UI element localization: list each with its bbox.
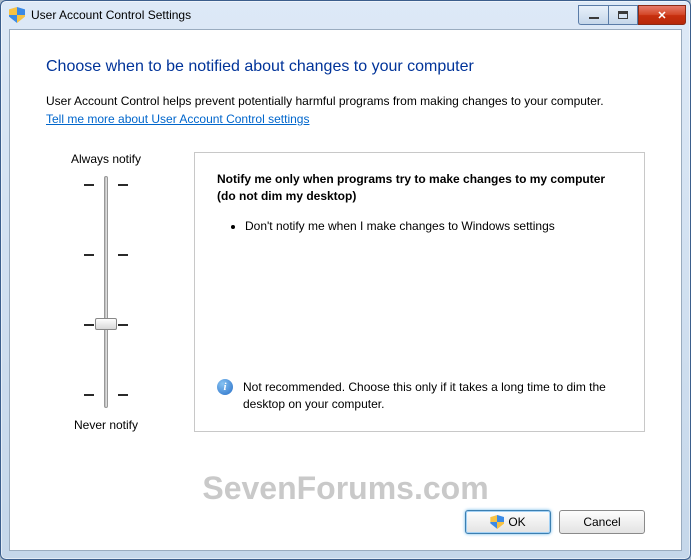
help-link[interactable]: Tell me more about User Account Control … [46, 112, 309, 126]
minimize-icon [589, 17, 599, 19]
notification-slider[interactable] [84, 176, 128, 408]
window: User Account Control Settings ✕ Choose w… [0, 0, 691, 560]
cancel-button[interactable]: Cancel [559, 510, 645, 534]
maximize-button[interactable] [608, 5, 638, 25]
slider-thumb[interactable] [95, 318, 117, 330]
window-buttons: ✕ [578, 5, 686, 25]
intro-paragraph: User Account Control helps prevent poten… [46, 92, 645, 128]
slider-track-line [104, 176, 108, 408]
slider-column: Always notify Never notify [46, 152, 166, 432]
description-list: Don't notify me when I make changes to W… [217, 217, 622, 235]
uac-shield-icon [490, 515, 504, 529]
description-panel: Notify me only when programs try to make… [194, 152, 645, 432]
close-button[interactable]: ✕ [638, 5, 686, 25]
minimize-button[interactable] [578, 5, 608, 25]
close-icon: ✕ [657, 9, 666, 22]
slider-tick [84, 394, 128, 396]
cancel-button-label: Cancel [583, 515, 620, 529]
ok-button-label: OK [508, 515, 525, 529]
content-area: Choose when to be notified about changes… [9, 29, 682, 551]
description-bullet: Don't notify me when I make changes to W… [245, 217, 622, 235]
window-title: User Account Control Settings [31, 8, 578, 22]
page-title: Choose when to be notified about changes… [46, 58, 645, 76]
button-row: OK Cancel [46, 470, 645, 534]
description-footer: i Not recommended. Choose this only if i… [217, 367, 622, 413]
slider-top-label: Always notify [71, 152, 141, 166]
maximize-icon [618, 11, 628, 19]
body-row: Always notify Never notify Notify me onl… [46, 152, 645, 432]
slider-tick [84, 184, 128, 186]
slider-bottom-label: Never notify [74, 418, 138, 432]
ok-button[interactable]: OK [465, 510, 551, 534]
description-footer-text: Not recommended. Choose this only if it … [243, 379, 622, 413]
info-icon: i [217, 379, 233, 395]
titlebar[interactable]: User Account Control Settings ✕ [1, 1, 690, 29]
description-title: Notify me only when programs try to make… [217, 171, 622, 205]
uac-shield-icon [9, 7, 25, 23]
intro-text: User Account Control helps prevent poten… [46, 94, 604, 108]
slider-tick [84, 254, 128, 256]
